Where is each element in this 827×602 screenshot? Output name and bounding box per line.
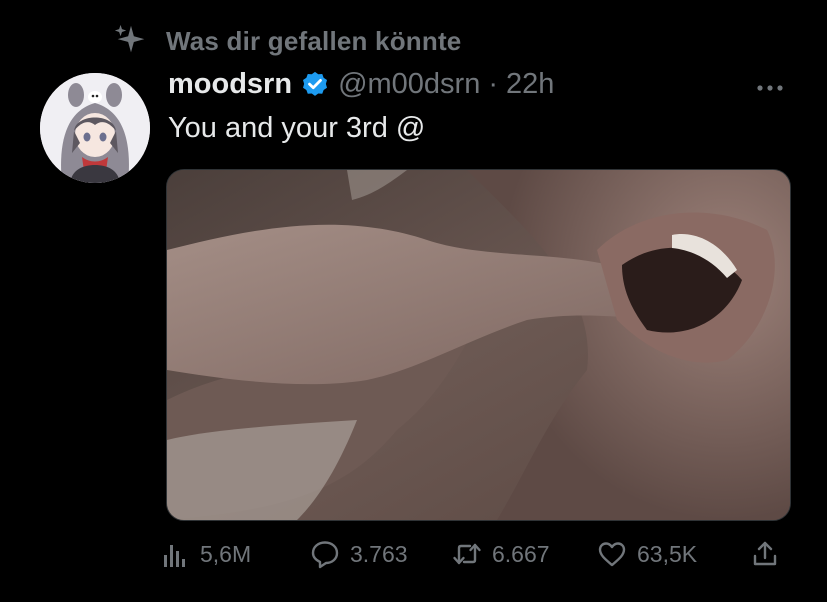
tweet-text: You and your 3rd @ bbox=[168, 112, 426, 144]
retweet-count: 6.667 bbox=[492, 540, 550, 567]
views-count: 5,6M bbox=[200, 540, 252, 567]
tweet-media[interactable] bbox=[166, 169, 791, 521]
display-name[interactable]: moodsrn bbox=[168, 68, 292, 101]
share-button[interactable] bbox=[750, 530, 780, 578]
user-handle[interactable]: @m00dsrn bbox=[338, 68, 480, 101]
context-label: Was dir gefallen könnte bbox=[166, 25, 462, 56]
like-count: 63,5K bbox=[637, 540, 698, 567]
heart-icon bbox=[598, 542, 626, 567]
media-photo bbox=[167, 170, 790, 520]
views-button[interactable]: 5,6M bbox=[160, 530, 251, 578]
more-options-button[interactable] bbox=[752, 70, 788, 106]
like-button[interactable]: 63,5K bbox=[597, 530, 697, 578]
views-icon bbox=[164, 545, 185, 567]
reply-button[interactable]: 3.763 bbox=[310, 530, 408, 578]
retweet-button[interactable]: 6.667 bbox=[452, 530, 550, 578]
avatar-image bbox=[40, 73, 150, 183]
share-icon bbox=[753, 541, 777, 566]
recommendation-context: Was dir gefallen könnte bbox=[112, 22, 461, 60]
reply-icon bbox=[311, 541, 339, 569]
sparkle-icon bbox=[114, 24, 145, 53]
retweet-icon bbox=[453, 543, 481, 565]
avatar[interactable] bbox=[40, 73, 150, 183]
verified-badge-icon[interactable] bbox=[300, 70, 330, 100]
reply-count: 3.763 bbox=[350, 540, 408, 567]
tweet-header: moodsrn @m00dsrn · 22h bbox=[168, 68, 554, 101]
timestamp[interactable]: 22h bbox=[506, 68, 554, 101]
more-icon bbox=[757, 85, 783, 91]
tweet-actions: 5,6M 3.763 6.667 63,5K bbox=[160, 530, 800, 578]
separator-dot: · bbox=[488, 68, 499, 100]
